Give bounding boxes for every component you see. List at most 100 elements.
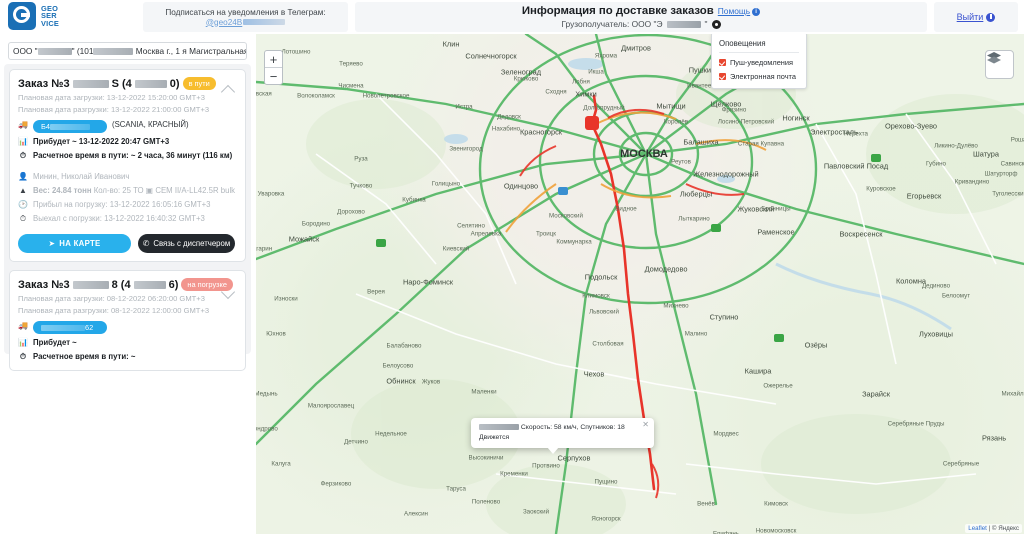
consignee-line: Грузополучатель: ООО "Э ": [561, 19, 721, 29]
map-city-label: Фрязино: [721, 106, 747, 114]
vehicle-row: 🚚 Б4 (SCANIA, КРАСНЫЙ): [18, 120, 237, 133]
vehicle-plate-chip[interactable]: 62: [33, 321, 107, 334]
poi-marker[interactable]: [376, 239, 386, 247]
map-city-label: Балабаново: [386, 342, 422, 350]
map-city-label: Нерехта: [844, 130, 868, 138]
redacted-mask: [93, 48, 134, 55]
chevron-up-icon[interactable]: [222, 83, 236, 97]
map-city-label: Верея: [367, 288, 385, 296]
poi-marker[interactable]: [711, 224, 721, 232]
notification-option-label: Электронная почта: [730, 72, 796, 81]
zoom-out-button[interactable]: −: [265, 67, 282, 84]
planned-load-date: Плановая дата загрузки: 08-12-2022 06:20…: [18, 294, 205, 303]
map-city-label: Белоомут: [941, 292, 971, 300]
map-city-label: Столбовая: [592, 340, 624, 348]
map-city-label: Кременки: [500, 470, 528, 478]
show-on-map-button[interactable]: ➤ НА КАРТЕ: [18, 234, 131, 253]
phone-icon: ✆: [142, 239, 150, 248]
map-city-label: Домодедово: [644, 264, 688, 274]
map-city-label: Высокиничи: [468, 454, 504, 462]
order-card[interactable]: Заказ №3 8 (4 6) на погрузке Плановая дата…: [9, 270, 246, 371]
arrival-row: 📊 Прибудет ~ 13-12-2022 20:47 GMT+3: [18, 137, 237, 147]
arrived-load-text: Прибыл на погрузку: 13-12-2022 16:05:16 …: [33, 200, 211, 209]
map-zoom-controls[interactable]: + −: [264, 50, 283, 85]
map-city-label: Дедовск: [497, 113, 521, 121]
leaflet-link[interactable]: Leaflet: [968, 525, 987, 532]
logo[interactable]: GEO SER VICE: [8, 2, 59, 30]
address-text: ООО " " (101 Москва г., 1 я Магистральная…: [13, 46, 247, 56]
logout-icon: [986, 12, 996, 22]
eta-row: ⏱ Расчетное время в пути: ~: [18, 352, 237, 362]
logout-link[interactable]: Выйти: [957, 12, 984, 22]
gear-icon[interactable]: [711, 19, 721, 29]
map-city-label: Ступино: [709, 312, 739, 322]
logout-box[interactable]: Выйти: [934, 2, 1018, 32]
map-city-label: Епифань: [712, 530, 740, 534]
map-city-label: Селятино: [457, 222, 485, 230]
poi-marker[interactable]: [558, 187, 568, 195]
redacted-mask: [243, 19, 286, 26]
logo-text: GEO SER VICE: [41, 5, 59, 28]
map-city-label: Калуга: [271, 460, 291, 468]
chevron-down-icon[interactable]: [222, 286, 236, 300]
close-icon[interactable]: ✕: [642, 420, 649, 429]
planned-unload-date: Плановая дата разгрузки: 13-12-2022 21:0…: [18, 105, 210, 114]
map-city-label: Белоусово: [382, 362, 414, 370]
contact-dispatcher-label: Связь с диспетчером: [153, 239, 231, 248]
map-city-label: Лыткарино: [678, 215, 710, 223]
vehicle-popup[interactable]: ✕ Скорость: 58 км/ч, Спутников: 18 Движе…: [471, 418, 654, 454]
checkbox-checked-icon[interactable]: [719, 73, 726, 80]
notifications-title: Оповещения: [719, 39, 799, 53]
map-city-label: МОСКВА: [620, 148, 668, 160]
map-city-label: Таруса: [446, 485, 466, 493]
driver-row: 👤 Минин, Николай Иванович: [18, 172, 237, 182]
map-city-label: Чисмена: [338, 82, 364, 90]
map-city-label: Юхнов: [266, 330, 286, 338]
info-icon[interactable]: i: [752, 8, 761, 16]
redacted-mask: [666, 20, 701, 28]
poi-marker[interactable]: [774, 334, 784, 342]
company-address-bar[interactable]: ООО " " (101 Москва г., 1 я Магистральная…: [8, 42, 247, 60]
redacted-mask: [72, 79, 109, 88]
map-canvas[interactable]: МОСКВА Зеленоград Химки Мытищи Щёлково Балаши…: [256, 34, 1024, 534]
redacted-mask: [41, 325, 85, 331]
map-city-label: Зарайск: [862, 389, 890, 399]
consignee-label: Грузополучатель: ООО "Э: [561, 19, 663, 29]
vehicle-plate-chip[interactable]: Б4: [33, 120, 107, 133]
map-city-label: Новопетровское: [362, 92, 410, 100]
eta-row: ⏱ Расчетное время в пути: ~ 2 часа, 36 м…: [18, 151, 237, 161]
map-city-label: Кашира: [744, 366, 772, 376]
order-card[interactable]: Заказ №3 S (4 0) в пути Плановая дата загр…: [9, 69, 246, 262]
order-title: Заказ №3 8 (4 6) на погрузке: [18, 278, 237, 291]
map-layers-button[interactable]: [985, 50, 1014, 79]
map-city-label: Туголесский Бор: [992, 190, 1024, 198]
map-city-label: Износки: [274, 295, 298, 303]
clock-icon: ⏱: [19, 352, 27, 361]
eta-text: Расчетное время в пути: ~: [33, 352, 136, 361]
map-city-label: Львовский: [589, 308, 619, 316]
map-city-label: Обнинск: [386, 376, 416, 386]
map-city-label: Ожерелье: [763, 382, 793, 390]
map-city-label: Малино: [684, 330, 708, 338]
vehicle-marker-icon[interactable]: [585, 116, 599, 130]
clock-icon: ⏱: [19, 214, 27, 223]
telegram-subscribe-box: Подписаться на уведомления в Телеграм: @…: [143, 2, 348, 32]
help-link[interactable]: Помощь: [718, 6, 750, 16]
clock-icon: ⏱: [19, 151, 27, 160]
signal-icon: 📊: [18, 137, 28, 146]
zoom-in-button[interactable]: +: [265, 51, 282, 67]
map-city-label: Красногорск: [519, 127, 563, 137]
map-city-label: Кондрово: [256, 425, 278, 433]
map-city-label: Губино: [926, 160, 946, 168]
poi-marker[interactable]: [871, 154, 881, 162]
driver-name: Минин, Николай Иванович: [33, 172, 130, 181]
checkbox-checked-icon[interactable]: [719, 59, 726, 66]
notification-option-push[interactable]: Пуш-уведомления: [719, 58, 799, 67]
map-city-label: Воскресенск: [839, 229, 883, 239]
notification-option-email[interactable]: Электронная почта: [719, 72, 799, 81]
telegram-bot-link[interactable]: @geo24B: [206, 18, 286, 27]
map-city-label: Куровское: [866, 185, 896, 193]
map-city-label: Рошаль: [1010, 136, 1024, 144]
order-title: Заказ №3 S (4 0) в пути: [18, 77, 237, 90]
contact-dispatcher-button[interactable]: ✆ Связь с диспетчером: [138, 234, 235, 253]
